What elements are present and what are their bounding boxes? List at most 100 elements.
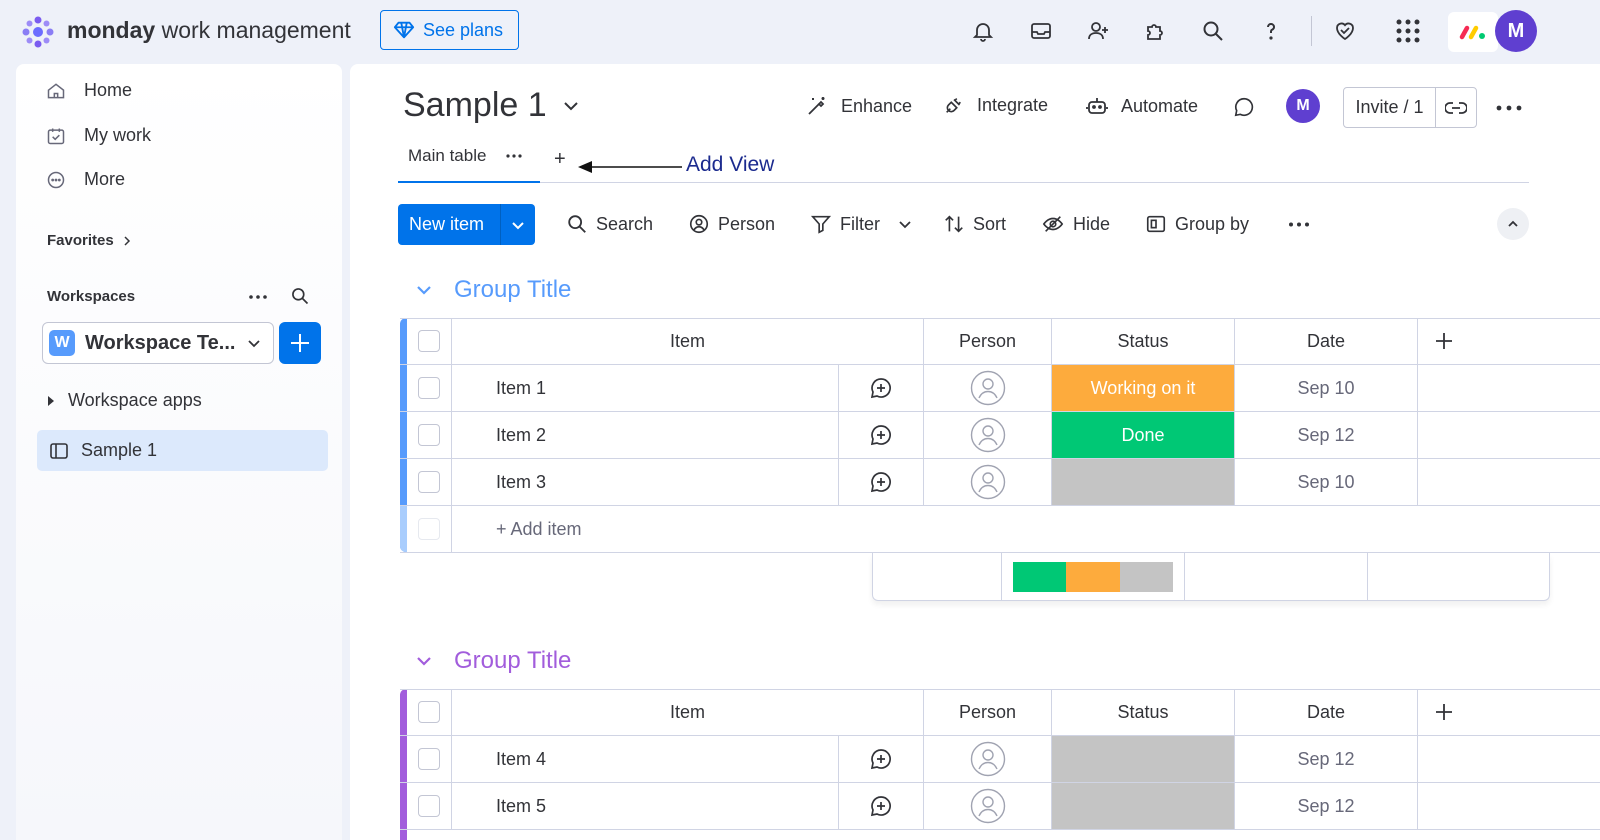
monday-logo-icon[interactable]	[20, 14, 56, 50]
chevron-down-icon[interactable]	[416, 282, 432, 298]
add-column-icon[interactable]	[1434, 331, 1454, 351]
add-workspace-button[interactable]	[279, 322, 321, 364]
workspace-selector[interactable]: W Workspace Te...	[42, 322, 274, 364]
monday-mark-icon[interactable]	[1448, 12, 1498, 52]
table-row[interactable]: Item 5 Sep 12	[400, 783, 1600, 830]
new-item-button[interactable]: New item	[398, 204, 535, 245]
favorites-section[interactable]: Favorites	[47, 232, 132, 249]
workspaces-more-icon[interactable]	[248, 294, 268, 300]
date-cell[interactable]: Sep 10	[1234, 459, 1417, 505]
column-header-date[interactable]: Date	[1234, 318, 1417, 364]
item-updates-cell[interactable]	[838, 783, 923, 829]
sidebar-item-my-work[interactable]: My work	[46, 125, 151, 146]
workspace-apps-toggle[interactable]: Workspace apps	[46, 390, 202, 411]
sidebar-item-sample-1[interactable]: Sample 1	[37, 430, 328, 471]
status-summary-cell[interactable]	[1001, 553, 1184, 600]
select-all-checkbox[interactable]	[418, 330, 440, 352]
item-updates-cell[interactable]	[838, 736, 923, 782]
row-checkbox[interactable]	[418, 424, 440, 446]
status-distribution-segment[interactable]	[1012, 561, 1067, 592]
integrate-button[interactable]: Integrate	[943, 94, 1048, 116]
status-cell[interactable]	[1051, 459, 1234, 505]
add-update-icon[interactable]	[869, 470, 893, 494]
search-icon[interactable]	[1198, 16, 1228, 46]
date-cell[interactable]: Sep 12	[1234, 412, 1417, 458]
column-header-item[interactable]: Item	[451, 318, 923, 364]
person-cell[interactable]	[923, 412, 1051, 458]
item-updates-cell[interactable]	[838, 459, 923, 505]
item-updates-cell[interactable]	[838, 412, 923, 458]
date-cell[interactable]: Sep 10	[1234, 365, 1417, 411]
notifications-icon[interactable]	[968, 16, 998, 46]
heart-icon[interactable]	[1330, 16, 1360, 46]
search-button[interactable]: Search	[566, 213, 653, 235]
row-checkbox[interactable]	[418, 748, 440, 770]
group-header[interactable]: Group Title	[416, 276, 571, 304]
sidebar-item-home[interactable]: Home	[46, 80, 132, 101]
status-distribution-bar[interactable]	[1012, 561, 1174, 592]
chevron-down-icon[interactable]	[898, 217, 912, 231]
person-filter-button[interactable]: Person	[688, 213, 775, 235]
status-label[interactable]	[1052, 783, 1234, 829]
table-row[interactable]: Item 2 Done Sep 12	[400, 412, 1600, 459]
chevron-down-icon[interactable]	[416, 653, 432, 669]
tab-main-table[interactable]: Main table	[398, 146, 540, 183]
invite-members-icon[interactable]	[1083, 16, 1113, 46]
add-update-icon[interactable]	[869, 747, 893, 771]
group-header[interactable]: Group Title	[416, 647, 571, 675]
sort-button[interactable]: Sort	[943, 213, 1006, 235]
status-cell[interactable]: Done	[1051, 412, 1234, 458]
table-row[interactable]: Item 3 Sep 10	[400, 459, 1600, 506]
column-header-person[interactable]: Person	[923, 318, 1051, 364]
status-distribution-segment[interactable]	[1119, 561, 1174, 592]
enhance-button[interactable]: Enhance	[805, 94, 912, 118]
table-row[interactable]: Item 4 Sep 12	[400, 736, 1600, 783]
add-update-icon[interactable]	[869, 794, 893, 818]
column-header-person[interactable]: Person	[923, 689, 1051, 735]
person-cell[interactable]	[923, 736, 1051, 782]
column-header-item[interactable]: Item	[451, 689, 923, 735]
add-item-input[interactable]: + Add item	[451, 506, 1600, 552]
column-header-status[interactable]: Status	[1051, 689, 1234, 735]
person-cell[interactable]	[923, 459, 1051, 505]
person-cell[interactable]	[923, 783, 1051, 829]
add-column-icon[interactable]	[1434, 702, 1454, 722]
board-title[interactable]: Sample 1	[403, 86, 579, 125]
item-name-cell[interactable]: Item 5	[451, 783, 838, 829]
status-label[interactable]	[1052, 459, 1234, 505]
group-title[interactable]: Group Title	[454, 647, 571, 675]
filter-button[interactable]: Filter	[810, 213, 912, 235]
column-header-status[interactable]: Status	[1051, 318, 1234, 364]
group-by-button[interactable]: Group by	[1145, 213, 1249, 235]
product-switcher-icon[interactable]	[1393, 16, 1423, 46]
select-all-checkbox[interactable]	[418, 701, 440, 723]
tab-options-icon[interactable]	[506, 154, 523, 158]
apps-marketplace-icon[interactable]	[1140, 16, 1170, 46]
date-cell[interactable]: Sep 12	[1234, 736, 1417, 782]
board-more-icon[interactable]	[1496, 105, 1522, 111]
item-name-cell[interactable]: Item 1	[451, 365, 838, 411]
status-cell[interactable]: Working on it	[1051, 365, 1234, 411]
row-checkbox[interactable]	[418, 471, 440, 493]
toolbar-more-icon[interactable]	[1288, 222, 1310, 227]
add-view-button[interactable]: +	[554, 148, 566, 171]
row-checkbox[interactable]	[418, 377, 440, 399]
status-cell[interactable]	[1051, 783, 1234, 829]
add-update-icon[interactable]	[869, 376, 893, 400]
column-header-date[interactable]: Date	[1234, 689, 1417, 735]
workspaces-search-icon[interactable]	[290, 286, 310, 306]
person-cell[interactable]	[923, 365, 1051, 411]
user-avatar[interactable]: M	[1495, 10, 1537, 52]
item-name-cell[interactable]: Item 4	[451, 736, 838, 782]
see-plans-button[interactable]: See plans	[380, 10, 519, 50]
copy-link-button[interactable]	[1436, 88, 1476, 127]
status-label[interactable]: Working on it	[1052, 365, 1234, 411]
automate-button[interactable]: Automate	[1085, 94, 1198, 118]
board-member-avatar[interactable]: M	[1286, 89, 1320, 123]
invite-button[interactable]: Invite / 1	[1343, 87, 1477, 128]
new-item-dropdown[interactable]	[501, 204, 535, 245]
inbox-icon[interactable]	[1026, 16, 1056, 46]
item-updates-cell[interactable]	[838, 365, 923, 411]
status-label[interactable]: Done	[1052, 412, 1234, 458]
status-cell[interactable]	[1051, 736, 1234, 782]
